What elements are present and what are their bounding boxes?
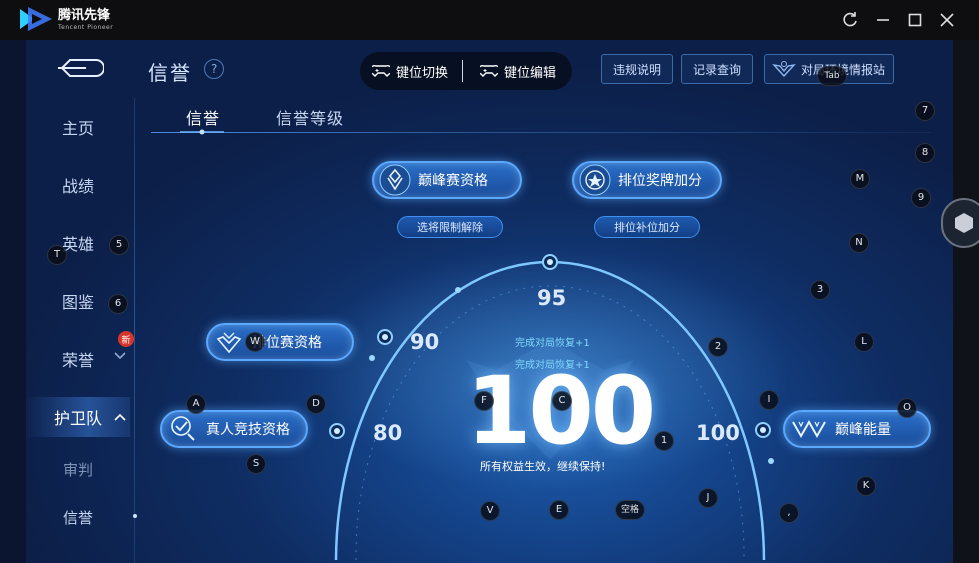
game-screen: 信誉 ? 键位切换 键位编辑 违规说明 记录查询 对局环境情报站 主页 战绩 英… [26, 40, 953, 563]
key-overlay-marker: D [306, 394, 326, 414]
recover-hint-1: 完成对局恢复+1 [515, 338, 590, 349]
key-overlay-marker: T [47, 245, 67, 265]
brand-name: 腾讯先锋 [58, 8, 111, 23]
threshold-100: 100 [696, 421, 740, 445]
brand-subtitle: Tencent Pioneer [58, 24, 114, 31]
credit-score: 100 [466, 357, 656, 466]
gauge-node-100 [755, 422, 771, 438]
triple-chevron-icon [792, 419, 826, 439]
minimize-icon[interactable] [873, 10, 893, 30]
threshold-90: 90 [410, 330, 440, 354]
floating-toolbar-handle[interactable] [941, 198, 979, 248]
real-competitive-button[interactable]: 真人竞技资格 [160, 410, 308, 448]
key-overlay-marker: 2 [708, 337, 728, 357]
key-overlay-marker: 空格 [615, 500, 645, 520]
key-overlay-marker: 7 [915, 101, 935, 121]
key-overlay-marker: Tab [817, 66, 847, 86]
tencent-pioneer-logo [20, 7, 52, 31]
key-overlay-marker: 1 [654, 431, 674, 451]
key-overlay-marker: E [549, 500, 569, 520]
key-overlay-marker: J [698, 488, 718, 508]
pick-limit-lift-button[interactable]: 选将限制解除 [397, 216, 503, 238]
maximize-icon[interactable] [905, 10, 925, 30]
emulator-side-strip [953, 40, 979, 563]
rank-medal-bonus-label: 排位奖牌加分 [618, 173, 702, 189]
key-overlay-marker: F [474, 391, 494, 411]
key-overlay-marker: A [186, 394, 206, 414]
key-overlay-marker: K [856, 476, 876, 496]
peak-crest-icon [379, 164, 411, 196]
peak-qualification-button[interactable]: 巅峰赛资格 [372, 161, 522, 199]
key-overlay-marker: 8 [915, 143, 935, 163]
key-overlay-marker: O [897, 398, 917, 418]
gauge-node-90 [377, 329, 393, 345]
threshold-80: 80 [373, 421, 403, 445]
credit-gauge [310, 250, 790, 561]
key-overlay-marker: , [779, 503, 799, 523]
threshold-95: 95 [537, 286, 567, 310]
key-overlay-marker: 6 [108, 294, 128, 314]
key-overlay-marker: C [552, 391, 572, 411]
close-icon[interactable] [937, 10, 957, 30]
wing-shield-icon [216, 332, 242, 354]
rank-qualification-button[interactable]: 排位赛资格 [206, 323, 354, 361]
key-overlay-marker: 5 [109, 235, 129, 255]
key-overlay-marker: 3 [810, 280, 830, 300]
gauge-node-95 [542, 254, 558, 270]
status-text: 所有权益生效，继续保持! [480, 460, 606, 473]
key-overlay-marker: W [245, 332, 265, 352]
verified-person-icon [171, 416, 195, 441]
peak-qualification-label: 巅峰赛资格 [418, 173, 488, 189]
emulator-titlebar: 腾讯先锋 Tencent Pioneer [0, 0, 979, 40]
app-window: 腾讯先锋 Tencent Pioneer 信誉 ? 键位切换 键位编辑 违规说明… [0, 0, 979, 563]
refresh-icon[interactable] [840, 10, 860, 30]
key-overlay-marker: S [246, 454, 266, 474]
key-overlay-marker: L [854, 332, 874, 352]
gauge-node-80 [329, 423, 345, 439]
hex-icon [955, 213, 973, 233]
key-overlay-marker: 9 [911, 188, 931, 208]
key-overlay-marker: M [850, 169, 870, 189]
real-competitive-label: 真人竞技资格 [206, 422, 290, 438]
rank-fill-bonus-button[interactable]: 排位补位加分 [594, 216, 700, 238]
key-overlay-marker: I [759, 390, 779, 410]
star-medal-icon [579, 164, 611, 196]
key-overlay-marker: V [480, 501, 500, 521]
key-overlay-marker: N [849, 233, 869, 253]
rank-medal-bonus-button[interactable]: 排位奖牌加分 [572, 161, 722, 199]
peak-energy-label: 巅峰能量 [835, 422, 891, 438]
